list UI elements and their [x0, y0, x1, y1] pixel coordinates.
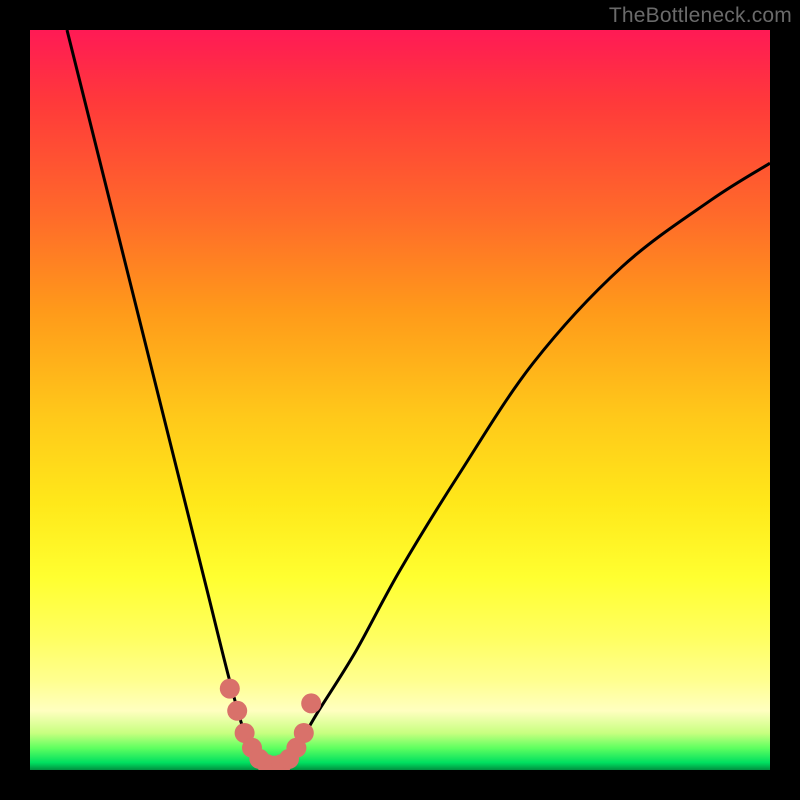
trough-dot — [301, 693, 321, 713]
bottleneck-curve-path — [67, 30, 770, 770]
chart-plot-area — [30, 30, 770, 770]
trough-dot — [220, 679, 240, 699]
watermark-text: TheBottleneck.com — [609, 4, 792, 28]
trough-dot-cluster — [220, 679, 321, 770]
bottleneck-curve-svg — [30, 30, 770, 770]
trough-dot — [227, 701, 247, 721]
trough-dot — [294, 723, 314, 743]
